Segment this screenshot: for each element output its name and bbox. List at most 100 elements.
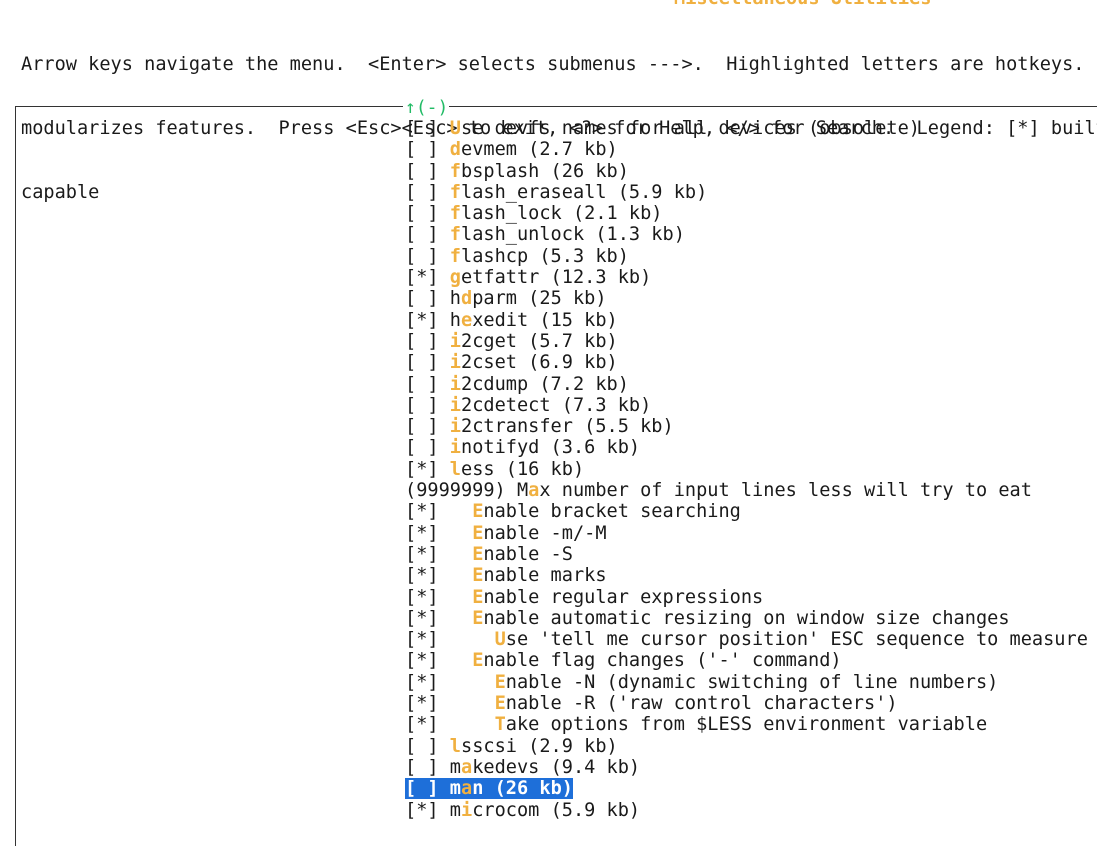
menu-item-checkbox[interactable]: [ ] [405,778,439,799]
menu-item-checkbox[interactable]: [ ] [405,331,439,352]
menu-item-checkbox[interactable]: [ ] [405,118,439,139]
menu-item-label: nable -m/-M [483,522,607,544]
menu-item-checkbox[interactable]: [ ] [405,161,439,182]
menu-item-hotkey: a [528,480,540,502]
menu-item-content: [ ] fbsplash (26 kb) [405,161,629,182]
menu-item-label-prefix: m [449,799,461,821]
menu-item-checkbox[interactable]: [*] [405,587,439,608]
menu-item-checkbox[interactable]: [*] [405,501,439,522]
menu-item-indent [439,224,450,245]
menu-item[interactable]: [*] Enable -m/-M [405,523,1088,544]
menu-item-content: [ ] devmem (2.7 kb) [405,139,618,160]
menu-item-content: [ ] i2ctransfer (5.5 kb) [405,416,674,437]
menu-item[interactable]: [*] less (16 kb) [405,459,1088,480]
menu-item-label-prefix: m [449,756,461,778]
menu-item-checkbox[interactable]: [ ] [405,757,439,778]
menu-item[interactable]: [ ] fbsplash (26 kb) [405,161,1088,182]
menu-item-checkbox[interactable]: [ ] [405,395,439,416]
menu-item[interactable]: [*] Enable -S [405,544,1088,565]
menu-item-selected[interactable]: [ ] man (26 kb) [405,778,1088,800]
menu-item-hotkey: T [494,714,506,736]
menu-item-label: notifyd (3.6 kb) [461,437,641,459]
menu-item[interactable]: [*] microcom (5.9 kb) [405,800,1088,821]
menu-item-checkbox[interactable]: [*] [405,608,439,629]
menu-item[interactable]: [ ] lsscsi (2.9 kb) [405,736,1088,757]
menu-item-content: [*] Enable marks [405,565,607,586]
menu-item-checkbox[interactable]: (9999999) [405,480,506,501]
menu-item-checkbox[interactable]: [*] [405,693,439,714]
menu-item-checkbox[interactable]: [*] [405,267,439,288]
menu-item-hotkey: d [449,139,461,161]
menu-item[interactable]: [*] Use 'tell me cursor position' ESC se… [405,629,1088,650]
frame-border-top [15,106,403,107]
menu-item-checkbox[interactable]: [ ] [405,182,439,203]
menu-item-checkbox[interactable]: [ ] [405,203,439,224]
menu-item[interactable]: [*] Enable bracket searching [405,501,1088,522]
menu-item-checkbox[interactable]: [*] [405,629,439,650]
menu-item-checkbox[interactable]: [ ] [405,352,439,373]
menu-item-label: 2cdump (7.2 kb) [461,373,629,395]
menu-item-checkbox[interactable]: [ ] [405,437,439,458]
menu-item-checkbox[interactable]: [ ] [405,224,439,245]
menu-item[interactable]: [ ] makedevs (9.4 kb) [405,757,1088,778]
menu-item-checkbox[interactable]: [*] [405,459,439,480]
menu-item[interactable]: [ ] flash_eraseall (5.9 kb) [405,182,1088,203]
menu-item-checkbox[interactable]: [*] [405,310,439,331]
menu-item[interactable]: [ ] i2cdump (7.2 kb) [405,374,1088,395]
menu-item-checkbox[interactable]: [*] [405,800,439,821]
menu-item[interactable]: [ ] i2cdetect (7.3 kb) [405,395,1088,416]
menu-item-label-prefix: h [449,309,461,331]
menu-item-hotkey: f [449,160,461,182]
menu-item[interactable]: [*] Take options from $LESS environment … [405,714,1088,735]
menu-item-hotkey: i [449,437,461,459]
menu-item[interactable]: [*] Enable marks [405,565,1088,586]
menu-item[interactable]: [ ] i2ctransfer (5.5 kb) [405,416,1088,437]
menu-item[interactable]: [*] Enable -R ('raw control characters') [405,693,1088,714]
menu-item[interactable]: [ ] inotifyd (3.6 kb) [405,437,1088,458]
menu-list: [ ] Use devfs names for all devices (obs… [405,118,1088,821]
menu-item-label: lash_eraseall (5.9 kb) [461,181,708,203]
menu-item-hotkey: E [472,501,484,523]
menu-item-checkbox[interactable]: [ ] [405,139,439,160]
menu-item-content: [ ] i2cdetect (7.3 kb) [405,395,651,416]
menu-item-label: 2ctransfer (5.5 kb) [461,416,674,438]
menu-item-hotkey: i [449,416,461,438]
menu-item-content: [ ] Use devfs names for all devices (obs… [405,118,920,139]
menu-item-checkbox[interactable]: [ ] [405,416,439,437]
menu-item[interactable]: [*] Enable flag changes ('-' command) [405,650,1088,671]
menu-item-indent [439,693,495,714]
menu-item-checkbox[interactable]: [ ] [405,246,439,267]
menu-item-label: nable -S [483,543,573,565]
menu-item[interactable]: [ ] Use devfs names for all devices (obs… [405,118,1088,139]
menu-item-checkbox[interactable]: [*] [405,672,439,693]
menu-item-indent [439,139,450,160]
menu-item[interactable]: [*] getfattr (12.3 kb) [405,267,1088,288]
menu-item-checkbox[interactable]: [*] [405,714,439,735]
menu-title: Miscellaneous Utilities [674,0,931,9]
menu-item[interactable]: [*] hexedit (15 kb) [405,310,1088,331]
menu-item-indent [439,587,473,608]
menu-item-checkbox[interactable]: [*] [405,523,439,544]
menu-item[interactable]: [ ] hdparm (25 kb) [405,288,1088,309]
menu-item-checkbox[interactable]: [ ] [405,288,439,309]
menu-item[interactable]: [*] Enable -N (dynamic switching of line… [405,672,1088,693]
menu-item-hotkey: a [461,756,473,778]
menu-item-checkbox[interactable]: [*] [405,565,439,586]
menu-item[interactable]: (9999999) Max number of input lines less… [405,480,1088,501]
menu-item[interactable]: [ ] flash_unlock (1.3 kb) [405,224,1088,245]
menu-item-checkbox[interactable]: [ ] [405,374,439,395]
menu-item[interactable]: [*] Enable automatic resizing on window … [405,608,1088,629]
menu-item[interactable]: [ ] flashcp (5.3 kb) [405,246,1088,267]
menu-item[interactable]: [ ] i2cset (6.9 kb) [405,352,1088,373]
menu-item-checkbox[interactable]: [*] [405,544,439,565]
menu-item[interactable]: [ ] devmem (2.7 kb) [405,139,1088,160]
help-line: Arrow keys navigate the menu. <Enter> se… [21,53,1097,75]
menu-item[interactable]: [ ] flash_lock (2.1 kb) [405,203,1088,224]
menu-item-content: [*] Enable -R ('raw control characters') [405,693,898,714]
menu-item-content: [ ] i2cdump (7.2 kb) [405,374,629,395]
menu-item-checkbox[interactable]: [ ] [405,736,439,757]
menu-item[interactable]: [ ] i2cget (5.7 kb) [405,331,1088,352]
menu-item-label: nable -N (dynamic switching of line numb… [505,671,999,693]
menu-item-checkbox[interactable]: [*] [405,650,439,671]
menu-item[interactable]: [*] Enable regular expressions [405,587,1088,608]
